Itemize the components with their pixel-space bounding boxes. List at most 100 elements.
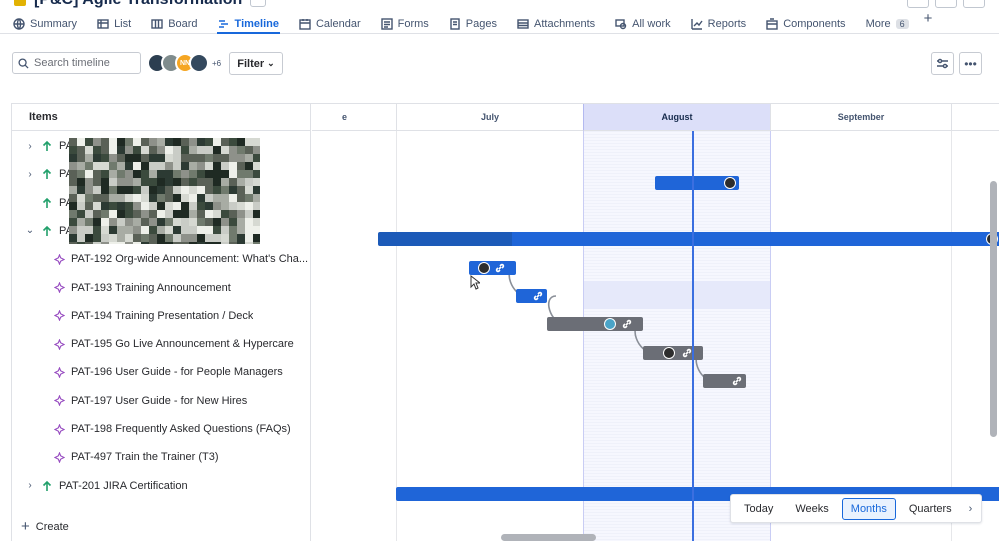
tab-list[interactable]: List bbox=[96, 12, 138, 33]
feedback-button[interactable] bbox=[935, 0, 957, 8]
arrow-up-icon bbox=[42, 197, 52, 208]
search-input[interactable] bbox=[34, 57, 134, 69]
view-settings-button[interactable] bbox=[931, 52, 954, 75]
fullscreen-button[interactable] bbox=[963, 0, 985, 8]
attachment-icon bbox=[517, 19, 529, 29]
item-title[interactable]: PAT-196 User Guide - for People Managers bbox=[71, 366, 283, 378]
item-title[interactable]: PAT-193 Training Announcement bbox=[71, 282, 231, 294]
create-item-button[interactable]: + Create bbox=[21, 518, 69, 535]
components-icon bbox=[766, 18, 778, 30]
assignee-avatar bbox=[663, 347, 675, 359]
list-icon bbox=[97, 19, 109, 29]
chevron-down-icon: ⌄ bbox=[267, 58, 275, 68]
item-row[interactable]: PAT-197 User Guide - for New Hires bbox=[12, 387, 311, 415]
item-row[interactable]: › PAT-201 JIRA Certification bbox=[12, 472, 311, 500]
chevron-right-icon[interactable]: › bbox=[24, 141, 36, 152]
timeline-bar-pat-196[interactable] bbox=[703, 374, 746, 388]
item-row[interactable]: PAT-194 Training Presentation / Deck bbox=[12, 302, 311, 330]
filter-button[interactable]: Filter ⌄ bbox=[229, 52, 283, 75]
timeline-bar-pat-194[interactable] bbox=[547, 317, 643, 331]
link-icon bbox=[494, 262, 506, 274]
weeks-button[interactable]: Weeks bbox=[786, 498, 837, 520]
subtask-icon bbox=[54, 423, 65, 435]
item-row[interactable]: PAT-195 Go Live Announcement & Hypercare bbox=[12, 330, 311, 358]
mouse-cursor-icon bbox=[470, 275, 480, 290]
assignee-avatar bbox=[478, 262, 490, 274]
avatar[interactable] bbox=[189, 53, 209, 73]
timeline-bar-pat-193[interactable] bbox=[516, 289, 547, 303]
assignee-filter[interactable]: NN +6 bbox=[147, 53, 221, 73]
search-timeline[interactable] bbox=[12, 52, 141, 74]
subtask-icon bbox=[54, 253, 65, 265]
create-label: Create bbox=[35, 520, 69, 533]
redacted-region bbox=[69, 138, 260, 244]
more-actions-button[interactable]: ••• bbox=[959, 52, 982, 75]
item-row[interactable]: PAT-192 Org-wide Announcement: What's Ch… bbox=[12, 245, 311, 273]
tab-more[interactable]: More 6 bbox=[865, 12, 916, 33]
forms-icon bbox=[380, 18, 393, 30]
item-title[interactable]: PAT-201 JIRA Certification bbox=[59, 480, 188, 492]
project-icon bbox=[14, 0, 26, 6]
subtask-icon bbox=[54, 451, 65, 463]
tab-forms[interactable]: Forms bbox=[380, 12, 436, 33]
horizontal-scrollbar[interactable] bbox=[501, 534, 596, 541]
tab-label: Calendar bbox=[315, 18, 361, 30]
subtask-icon bbox=[54, 310, 65, 322]
avatar-more-count[interactable]: +6 bbox=[212, 59, 221, 68]
item-title[interactable]: PAT-198 Frequently Asked Questions (FAQs… bbox=[71, 423, 291, 435]
subtask-icon bbox=[54, 366, 65, 378]
tab-label: More bbox=[865, 18, 891, 30]
arrow-up-icon bbox=[42, 480, 52, 491]
timeline-bar-pat-195[interactable] bbox=[643, 346, 703, 360]
add-tab-icon[interactable]: + bbox=[924, 10, 933, 27]
chevron-down-icon[interactable]: ⌄ bbox=[24, 225, 36, 236]
share-button[interactable] bbox=[907, 0, 929, 8]
more-count-badge: 6 bbox=[895, 19, 909, 29]
project-edit-button[interactable] bbox=[250, 0, 267, 7]
chevron-right-icon[interactable]: › bbox=[969, 503, 973, 515]
sliders-icon bbox=[937, 58, 948, 69]
timeline-icon bbox=[218, 20, 228, 28]
header-actions bbox=[907, 0, 985, 8]
tab-label: Board bbox=[168, 18, 198, 30]
tab-all-work[interactable]: All work bbox=[614, 12, 678, 33]
tab-board[interactable]: Board bbox=[150, 12, 204, 33]
tab-attachments[interactable]: Attachments bbox=[516, 12, 602, 33]
timeline-bar-pat-192[interactable] bbox=[469, 261, 516, 275]
tab-label: Reports bbox=[707, 18, 747, 30]
timeline-grid: e July August September bbox=[312, 104, 999, 541]
today-button[interactable]: Today bbox=[735, 498, 782, 520]
tab-label: Timeline bbox=[234, 18, 279, 30]
epic-bar[interactable] bbox=[378, 232, 999, 246]
item-title[interactable]: PAT-197 User Guide - for New Hires bbox=[71, 395, 247, 407]
tab-components[interactable]: Components bbox=[765, 12, 852, 33]
chevron-right-icon[interactable]: › bbox=[24, 480, 36, 491]
project-tabs: Summary List Board Timeline Calendar For… bbox=[0, 10, 999, 34]
vertical-scrollbar[interactable] bbox=[990, 181, 997, 437]
item-title[interactable]: PAT-194 Training Presentation / Deck bbox=[71, 310, 253, 322]
arrow-up-icon bbox=[42, 140, 52, 151]
timeline-bar[interactable] bbox=[655, 176, 739, 190]
tab-timeline[interactable]: Timeline bbox=[216, 12, 286, 34]
tab-reports[interactable]: Reports bbox=[690, 12, 754, 33]
item-row[interactable]: PAT-196 User Guide - for People Managers bbox=[12, 358, 311, 386]
item-title[interactable]: PAT-497 Train the Trainer (T3) bbox=[71, 451, 219, 463]
item-row[interactable]: PAT-198 Frequently Asked Questions (FAQs… bbox=[12, 415, 311, 443]
item-title[interactable]: PAT-195 Go Live Announcement & Hypercare bbox=[71, 338, 294, 350]
tab-label: Summary bbox=[30, 18, 78, 30]
subtask-icon bbox=[54, 338, 65, 350]
tab-calendar[interactable]: Calendar bbox=[298, 12, 368, 33]
months-button[interactable]: Months bbox=[841, 497, 896, 520]
tab-label: List bbox=[114, 18, 132, 30]
link-icon bbox=[731, 375, 743, 387]
quarters-button[interactable]: Quarters bbox=[900, 498, 961, 520]
item-row[interactable]: PAT-497 Train the Trainer (T3) bbox=[12, 443, 311, 471]
tab-pages[interactable]: Pages bbox=[448, 12, 504, 33]
item-row[interactable]: PAT-193 Training Announcement bbox=[12, 274, 311, 302]
chevron-right-icon[interactable]: › bbox=[24, 169, 36, 180]
project-title[interactable]: [P&C] Agile Transformation bbox=[34, 0, 242, 9]
item-title[interactable]: PAT-192 Org-wide Announcement: What's Ch… bbox=[71, 253, 308, 265]
subtask-icon bbox=[54, 282, 65, 293]
tab-summary[interactable]: Summary bbox=[12, 12, 84, 33]
tab-label: Pages bbox=[465, 18, 497, 30]
